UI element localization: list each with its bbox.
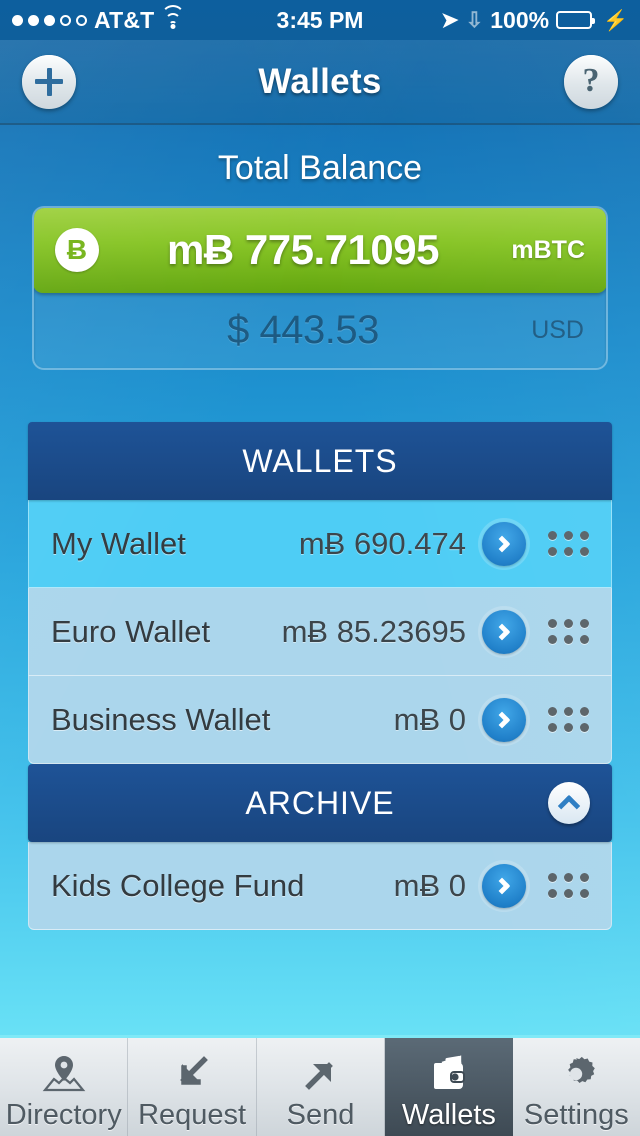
drag-handle-icon[interactable] [548, 707, 589, 732]
wallets-rows-container: My Wallet mɃ 690.474 Euro Wallet mɃ 85.2369… [28, 500, 612, 764]
navigation-bar: Wallets ? [0, 40, 640, 125]
chevron-right-icon [493, 711, 511, 728]
tab-bar: Directory Request Send Wallets Settings [0, 1035, 640, 1136]
wallets-section-header: WALLETS [28, 422, 612, 500]
wallet-amount-label: mɃ 0 [393, 701, 466, 737]
wallet-amount-label: mɃ 0 [393, 867, 466, 903]
wallet-row[interactable]: Business Wallet mɃ 0 [28, 676, 612, 764]
usd-balance-unit: USD [531, 315, 584, 344]
tab-settings[interactable]: Settings [513, 1038, 640, 1136]
tab-request[interactable]: Request [128, 1038, 257, 1136]
wallet-amount-label: mɃ 690.474 [298, 525, 466, 561]
tab-send[interactable]: Send [257, 1038, 386, 1136]
plus-icon-vertical [46, 67, 52, 96]
wallet-name-label: My Wallet [51, 525, 186, 561]
chevron-right-icon [493, 623, 511, 640]
tab-label: Request [138, 1099, 247, 1132]
usd-balance-amount: $ 443.53 [227, 307, 379, 352]
btc-balance-amount: mɃ 775.71095 [167, 226, 439, 273]
tab-label: Send [286, 1099, 355, 1132]
wallet-name-label: Euro Wallet [51, 613, 211, 649]
add-wallet-button[interactable] [22, 54, 76, 109]
wallet-icon [426, 1048, 472, 1100]
btc-balance-unit: mBTC [511, 235, 585, 264]
wallet-name-label: Business Wallet [51, 701, 271, 737]
archive-section-header: ARCHIVE [28, 764, 612, 842]
tab-label: Wallets [401, 1099, 496, 1132]
question-mark-icon: ? [582, 61, 600, 99]
balance-row-btc[interactable]: Ƀ mɃ 775.71095 mBTC [34, 208, 606, 293]
status-bar: AT&T 3:45 PM ➤ ⇩ 100% ⚡ [0, 0, 640, 40]
arrow-up-right-icon [299, 1048, 343, 1100]
chevron-right-icon [493, 877, 511, 894]
wallet-open-button[interactable] [482, 863, 526, 908]
wallet-open-button[interactable] [482, 609, 526, 654]
chevron-up-icon [557, 794, 581, 817]
total-balance-label: Total Balance [217, 149, 423, 187]
bluetooth-icon: ⇩ [465, 8, 484, 32]
total-balance-card[interactable]: Ƀ mɃ 775.71095 mBTC $ 443.53 USD [32, 206, 608, 370]
archive-collapse-button[interactable] [548, 782, 590, 824]
gear-icon [555, 1048, 597, 1100]
page-title: Wallets [258, 61, 382, 101]
wallet-name-label: Kids College Fund [51, 867, 305, 903]
drag-handle-icon[interactable] [548, 531, 589, 556]
status-bar-right: ➤ ⇩ 100% ⚡ [441, 7, 628, 34]
chevron-right-icon [493, 535, 511, 552]
wallet-amount-label: mɃ 85.23695 [281, 613, 466, 649]
help-button[interactable]: ? [564, 54, 618, 109]
balance-row-usd[interactable]: $ 443.53 USD [34, 292, 606, 368]
battery-percent-label: 100% [490, 6, 550, 33]
drag-handle-icon[interactable] [548, 619, 589, 644]
wallet-open-button[interactable] [482, 521, 526, 566]
map-pin-icon [42, 1048, 86, 1100]
wallet-list: WALLETS My Wallet mɃ 690.474 Euro Wallet mɃ… [28, 422, 612, 930]
wallets-section-title: WALLETS [242, 442, 398, 479]
tab-directory[interactable]: Directory [0, 1038, 129, 1136]
tab-label: Settings [523, 1099, 629, 1132]
wallet-open-button[interactable] [482, 697, 526, 742]
tab-wallets[interactable]: Wallets [385, 1038, 513, 1136]
wallet-row[interactable]: Kids College Fund mɃ 0 [28, 842, 612, 930]
lightning-bolt-icon: ⚡ [603, 9, 628, 32]
drag-handle-icon[interactable] [548, 873, 589, 898]
tab-label: Directory [5, 1099, 122, 1132]
arrow-down-left-icon [170, 1048, 214, 1100]
wallet-row[interactable]: My Wallet mɃ 690.474 [28, 500, 612, 588]
archive-rows-container: Kids College Fund mɃ 0 [28, 842, 612, 930]
bitcoin-coin-icon: Ƀ [55, 228, 99, 272]
location-arrow-icon: ➤ [440, 8, 460, 32]
wallet-row[interactable]: Euro Wallet mɃ 85.23695 [28, 588, 612, 676]
battery-icon [556, 11, 596, 29]
archive-section-title: ARCHIVE [245, 784, 395, 821]
